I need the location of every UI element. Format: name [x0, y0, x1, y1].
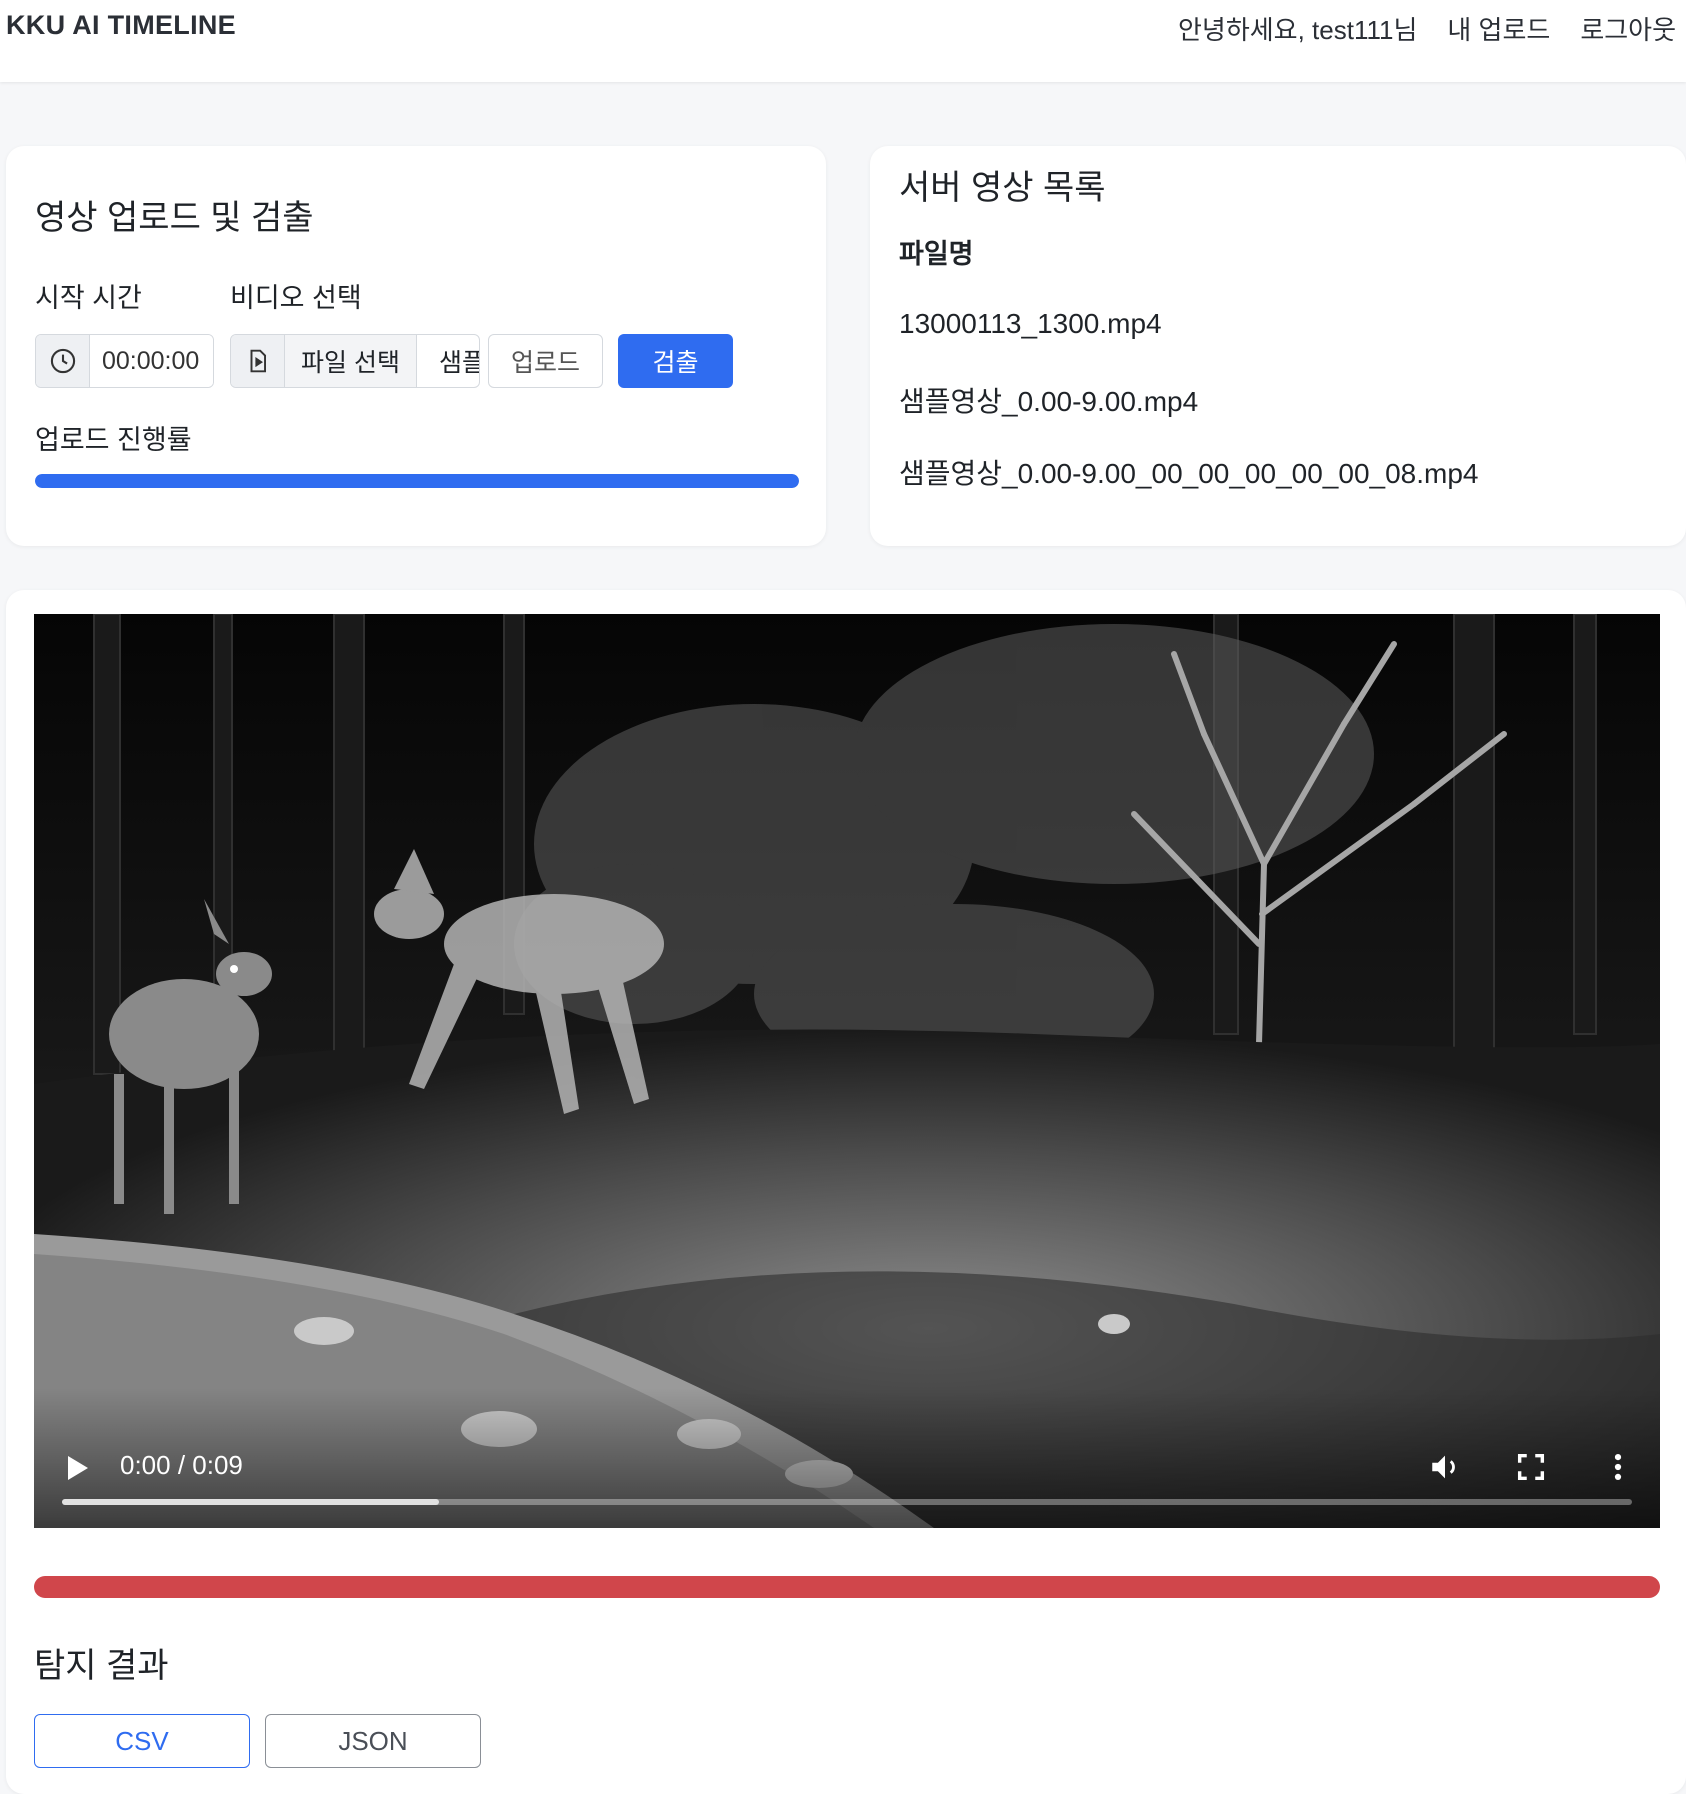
- user-greeting: 안녕하세요, test111님: [1178, 15, 1418, 45]
- upload-button[interactable]: 업로드: [488, 334, 603, 388]
- server-file-item[interactable]: 샘플영상_0.00-9.00_00_00_00_00_00_08.mp4: [899, 452, 1478, 492]
- start-time-group: [35, 334, 214, 388]
- detection-results-title: 탐지 결과: [34, 1647, 169, 1685]
- upload-progress-bar: [35, 474, 799, 488]
- play-icon[interactable]: [64, 1452, 92, 1484]
- video-time-display: 0:00 / 0:09: [120, 1450, 243, 1480]
- video-seek-bar[interactable]: [62, 1499, 1632, 1505]
- upload-card-title: 영상 업로드 및 검출: [35, 199, 314, 237]
- nav-right: 안녕하세요, test111님 내 업로드 로그아웃: [1178, 10, 1676, 47]
- logout-link[interactable]: 로그아웃: [1580, 10, 1676, 47]
- upload-progress-label: 업로드 진행률: [35, 425, 192, 455]
- video-file-icon: [231, 335, 285, 387]
- my-uploads-link[interactable]: 내 업로드: [1447, 10, 1550, 47]
- video-file-chooser[interactable]: 파일 선택 샘플영상_0.00-9.00.mp4: [230, 334, 480, 388]
- clock-icon: [36, 335, 90, 387]
- video-select-label: 비디오 선택: [230, 283, 362, 313]
- top-navbar: KKU AI TIMELINE 안녕하세요, test111님 내 업로드 로그…: [0, 0, 1686, 82]
- server-file-item[interactable]: 13000113_1300.mp4: [899, 308, 1162, 340]
- brand-title[interactable]: KKU AI TIMELINE: [6, 10, 236, 41]
- volume-icon[interactable]: [1428, 1450, 1462, 1484]
- video-buffered-range: [62, 1499, 439, 1505]
- server-list-title: 서버 영상 목록: [899, 169, 1106, 207]
- video-player[interactable]: 0:00 / 0:09: [34, 614, 1660, 1528]
- upload-card: 영상 업로드 및 검출 시작 시간 비디오 선택 파일 선택 샘플영상_0.00…: [6, 146, 826, 546]
- detect-button[interactable]: 검출: [618, 334, 733, 388]
- server-file-item[interactable]: 샘플영상_0.00-9.00.mp4: [899, 380, 1198, 420]
- detection-timeline-bar[interactable]: [34, 1576, 1660, 1598]
- filename-column-header: 파일명: [899, 239, 974, 269]
- start-time-label: 시작 시간: [35, 283, 142, 313]
- json-export-button[interactable]: JSON: [265, 1714, 481, 1768]
- start-time-input[interactable]: [90, 335, 213, 387]
- server-video-list-card: 서버 영상 목록 파일명 13000113_1300.mp4 샘플영상_0.00…: [870, 146, 1686, 546]
- more-options-icon[interactable]: [1601, 1450, 1635, 1484]
- video-controls: 0:00 / 0:09: [34, 1388, 1660, 1528]
- fullscreen-icon[interactable]: [1514, 1450, 1548, 1484]
- choose-file-button[interactable]: 파일 선택: [285, 335, 417, 387]
- detection-panel: 0:00 / 0:09 탐지 결과 CSV JSON: [6, 590, 1686, 1794]
- upload-progress-fill: [35, 474, 799, 488]
- selected-file-name: 샘플영상_0.00-9.00.mp4: [439, 349, 479, 377]
- csv-export-button[interactable]: CSV: [34, 1714, 250, 1768]
